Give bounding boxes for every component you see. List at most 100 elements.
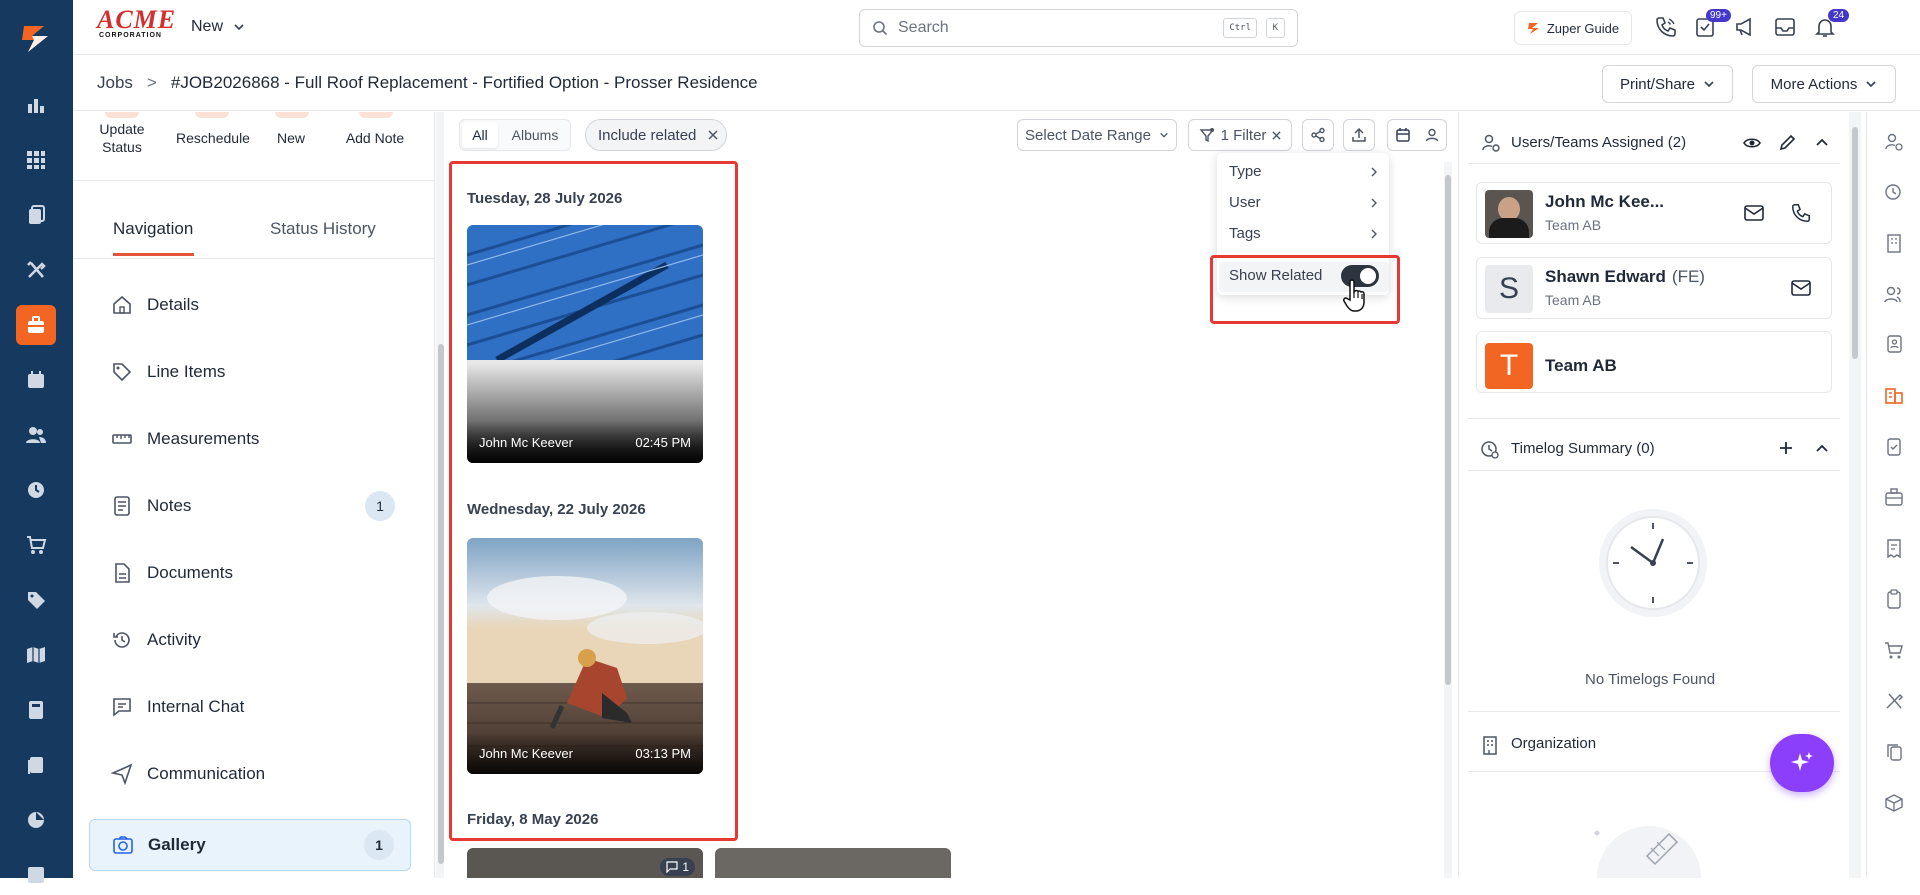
eye-icon[interactable] (1743, 134, 1761, 152)
top-bar: ACME CORPORATION New Search Ctrl K Zuper… (73, 0, 1920, 55)
mail-icon[interactable] (1743, 203, 1765, 223)
property-rail-icon[interactable] (1882, 383, 1906, 407)
add-icon[interactable] (1778, 440, 1794, 456)
tools-icon[interactable] (16, 250, 56, 290)
reschedule-button[interactable]: Reschedule (171, 129, 255, 147)
checklist-rail-icon[interactable] (1882, 434, 1906, 458)
right-panel-scroll-thumb[interactable] (1852, 127, 1858, 359)
gallery-photo-3[interactable]: 1 (467, 848, 703, 878)
new-action-button[interactable]: New (265, 129, 317, 147)
zuper-logo-icon[interactable] (16, 18, 56, 58)
close-icon[interactable] (708, 130, 718, 140)
edit-icon[interactable] (1778, 134, 1796, 152)
tools-rail-icon[interactable] (1882, 689, 1906, 713)
tab-status-history[interactable]: Status History (270, 219, 376, 239)
assigned-user-card[interactable]: John Mc Kee... Team AB (1476, 182, 1832, 244)
users-icon[interactable] (16, 415, 56, 455)
nav-label: Notes (147, 496, 192, 515)
zuper-guide-button[interactable]: Zuper Guide (1514, 11, 1632, 45)
copy-rail-icon[interactable] (1882, 740, 1906, 764)
assigned-users-rail-icon[interactable] (1882, 130, 1906, 154)
date-range-select[interactable]: Select Date Range (1017, 119, 1177, 151)
invoice-rail-icon[interactable] (1882, 536, 1906, 560)
new-menu-button[interactable]: New (191, 18, 245, 36)
filter-button[interactable]: 1 Filter (1188, 119, 1292, 151)
gallery-photo-2[interactable]: John Mc Keever 03:13 PM (467, 538, 703, 774)
tab-albums[interactable]: Albums (504, 122, 566, 148)
gallery-scroll-thumb[interactable] (1445, 175, 1451, 685)
active-tab-indicator (113, 253, 194, 256)
nav-item-notes[interactable]: Notes 1 (89, 480, 411, 532)
gallery-count-badge: 1 (364, 830, 394, 860)
more-actions-button[interactable]: More Actions (1752, 65, 1896, 103)
upload-button[interactable] (1343, 119, 1375, 151)
dashboard-icon[interactable] (16, 85, 56, 125)
nav-label: Documents (147, 563, 233, 582)
chevron-up-icon[interactable] (1814, 440, 1830, 456)
share-button[interactable] (1302, 119, 1334, 151)
filter-menu-tags[interactable]: Tags (1229, 225, 1379, 242)
filter-menu-user[interactable]: User (1229, 194, 1379, 211)
nav-item-documents[interactable]: Documents (89, 547, 411, 599)
documents-rail-icon[interactable] (16, 745, 56, 785)
address-book-rail-icon[interactable] (1882, 332, 1906, 356)
organization-rail-icon[interactable] (1882, 231, 1906, 255)
shortcut-key-k: K (1265, 18, 1285, 38)
user-initial-avatar: S (1485, 265, 1533, 313)
ai-assistant-button[interactable] (1770, 734, 1834, 792)
calendar-view-icon[interactable] (1395, 127, 1411, 143)
user-view-icon[interactable] (1424, 127, 1440, 143)
phone-icon[interactable] (1654, 15, 1678, 39)
nav-item-activity[interactable]: Activity (89, 614, 411, 666)
gallery-photo-4[interactable] (715, 848, 951, 878)
chevron-up-icon[interactable] (1814, 134, 1830, 150)
inbox-icon[interactable] (1773, 15, 1797, 39)
filter-type-label: Type (1229, 163, 1262, 180)
cart-rail-icon[interactable] (1882, 638, 1906, 662)
breadcrumb-jobs-link[interactable]: Jobs (97, 73, 133, 93)
add-note-button[interactable]: Add Note (335, 129, 415, 147)
assigned-team-card[interactable]: T Team AB (1476, 331, 1832, 393)
modules-icon[interactable] (16, 140, 56, 180)
assigned-user-card[interactable]: S Shawn Edward (FE) Team AB (1476, 257, 1832, 319)
view-toggle-group (1387, 119, 1447, 151)
gallery-photo-1[interactable]: John Mc Keever 02:45 PM (467, 225, 703, 463)
calendar-icon[interactable] (16, 360, 56, 400)
jobs-icon[interactable] (16, 305, 56, 345)
timelog-rail-icon[interactable] (1882, 181, 1906, 205)
nav-item-line-items[interactable]: Line Items (89, 346, 411, 398)
announcement-icon[interactable] (1733, 15, 1757, 39)
clipboard-rail-icon[interactable] (1882, 587, 1906, 611)
search-input[interactable]: Search Ctrl K (859, 9, 1298, 47)
calculator-icon[interactable] (16, 690, 56, 730)
price-tag-icon[interactable] (16, 580, 56, 620)
nav-item-internal-chat[interactable]: Internal Chat (89, 681, 411, 733)
briefcase-rail-icon[interactable] (1882, 485, 1906, 509)
filter-menu-type[interactable]: Type (1229, 163, 1379, 180)
nav-item-gallery[interactable]: Gallery 1 (89, 819, 411, 871)
cart-icon[interactable] (16, 525, 56, 565)
mail-icon[interactable] (1790, 278, 1812, 298)
nav-item-communication[interactable]: Communication (89, 748, 411, 800)
phone-call-icon[interactable] (1790, 202, 1812, 224)
update-status-button[interactable]: Update Status (93, 120, 151, 156)
nav-item-details[interactable]: Details (89, 279, 411, 331)
chevron-right-icon (1369, 167, 1379, 177)
contacts-rail-icon[interactable] (1882, 282, 1906, 306)
tab-navigation[interactable]: Navigation (113, 219, 193, 239)
requests-icon[interactable] (16, 195, 56, 235)
clear-filter-icon[interactable] (1272, 130, 1281, 140)
nav-item-measurements[interactable]: Measurements (89, 413, 411, 465)
package-rail-icon[interactable] (1882, 791, 1906, 815)
filter-tags-label: Tags (1229, 225, 1261, 242)
company-logo[interactable]: ACME CORPORATION (97, 7, 175, 42)
notifications-badge: 24 (1828, 9, 1850, 22)
print-share-button[interactable]: Print/Share (1602, 65, 1733, 103)
app-sidebar-rail (0, 0, 73, 883)
tab-all[interactable]: All (462, 122, 498, 148)
timesheet-icon[interactable] (16, 470, 56, 510)
analytics-icon[interactable] (16, 855, 56, 895)
map-icon[interactable] (16, 635, 56, 675)
include-related-chip[interactable]: Include related (585, 119, 727, 151)
reports-icon[interactable] (16, 800, 56, 840)
